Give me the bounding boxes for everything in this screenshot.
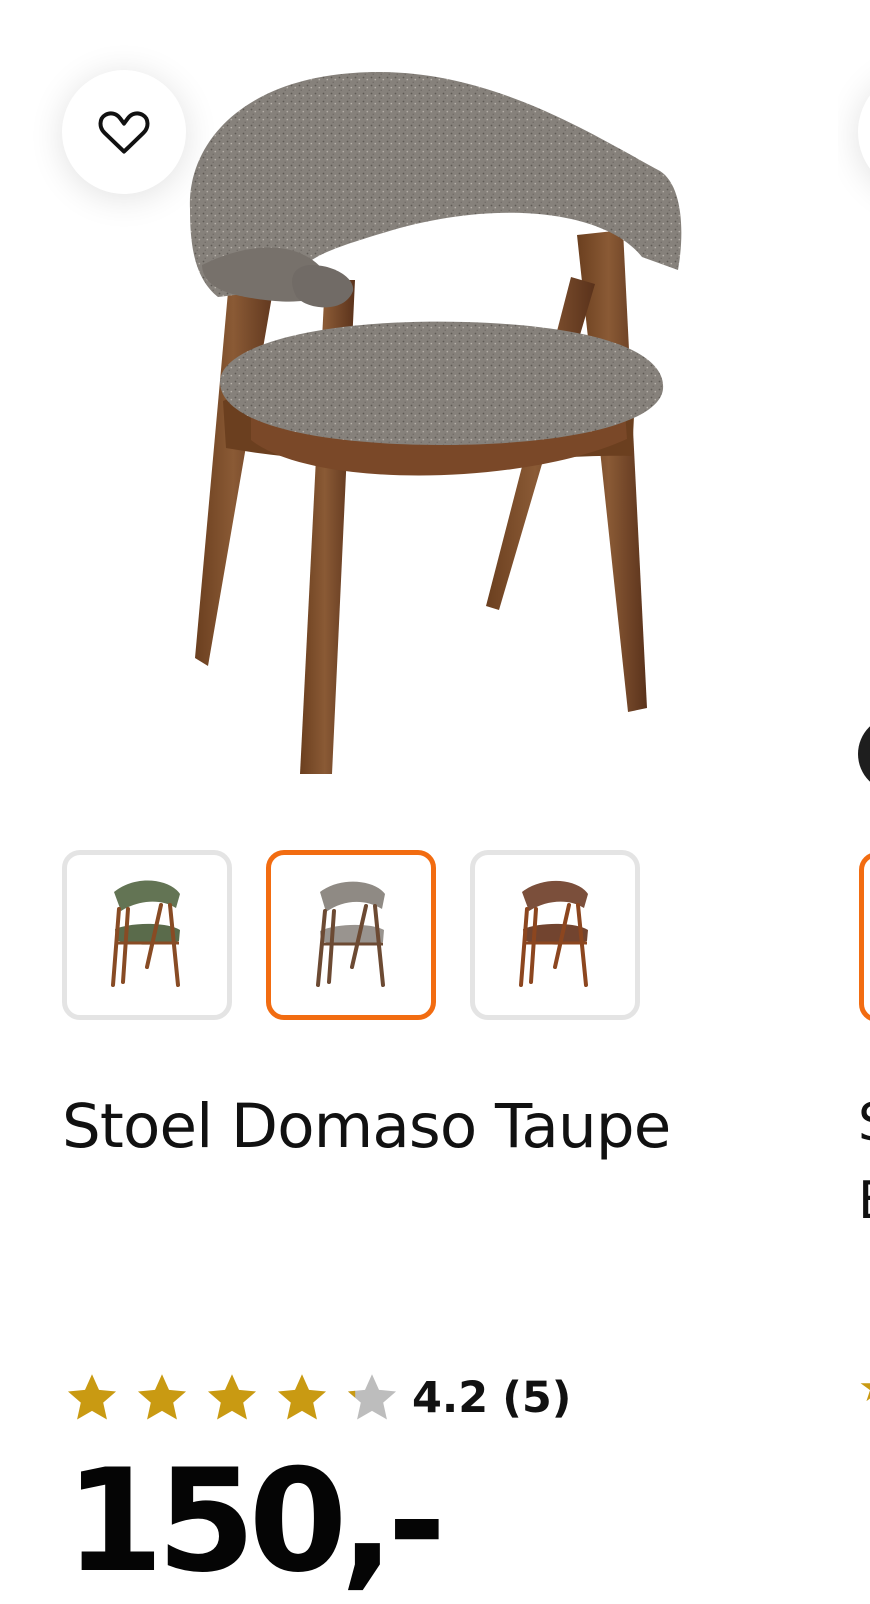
star-icon bbox=[207, 1374, 257, 1420]
product-title[interactable]: Stoel Domaso Taupe bbox=[62, 1088, 822, 1166]
next-product-card-preview[interactable]: SE ★ bbox=[838, 0, 870, 1600]
next-favorite-button[interactable] bbox=[858, 70, 870, 194]
star-icon bbox=[67, 1374, 117, 1420]
next-product-title[interactable]: SE bbox=[858, 1084, 870, 1240]
next-dark-badge bbox=[858, 716, 870, 792]
next-star-icon: ★ bbox=[858, 1368, 870, 1408]
variant-brown-chair[interactable] bbox=[470, 850, 640, 1020]
rating: 4.2 (5) bbox=[64, 1368, 571, 1428]
color-variant-list bbox=[62, 850, 640, 1020]
product-card[interactable]: Stoel Domaso Taupe 4.2 (5) 150,- bbox=[0, 0, 870, 1600]
variant-taupe-chair[interactable] bbox=[266, 850, 436, 1020]
variant-green-chair[interactable] bbox=[62, 850, 232, 1020]
partial-star-icon bbox=[347, 1374, 397, 1420]
green-chair-thumbnail bbox=[111, 880, 180, 987]
favorite-button[interactable] bbox=[62, 70, 186, 194]
rating-value: 4.2 bbox=[412, 1373, 489, 1423]
taupe-chair-thumbnail bbox=[316, 881, 385, 987]
product-price: 150,- bbox=[65, 1439, 446, 1604]
next-title-line-2: E bbox=[858, 1171, 870, 1231]
next-selected-variant[interactable] bbox=[859, 852, 870, 1022]
star-icon bbox=[137, 1374, 187, 1420]
heart-icon bbox=[98, 111, 150, 154]
brown-chair-thumbnail bbox=[519, 880, 588, 987]
product-image[interactable] bbox=[130, 60, 730, 800]
next-title-line-1: S bbox=[858, 1093, 870, 1153]
star-rating bbox=[64, 1370, 400, 1426]
review-count[interactable]: (5) bbox=[502, 1370, 571, 1426]
star-icon bbox=[277, 1374, 327, 1420]
